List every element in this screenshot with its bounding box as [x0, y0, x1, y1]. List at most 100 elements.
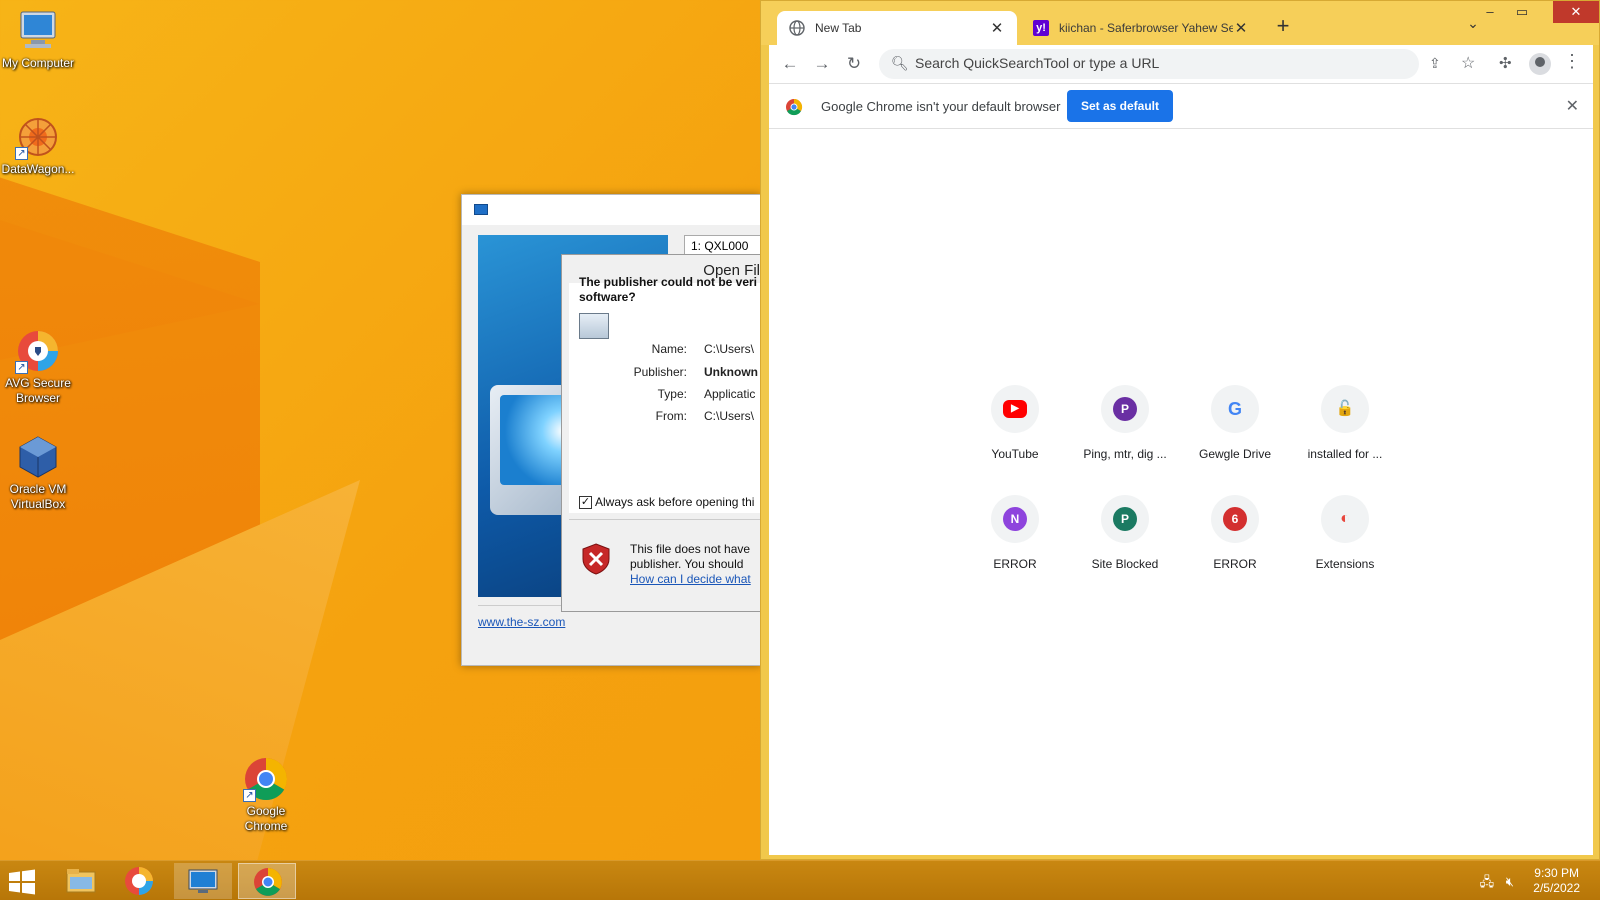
- shortcut-label: YouTube: [991, 447, 1039, 461]
- publisher-value: Unknown: [704, 365, 758, 379]
- checkbox-checked-icon[interactable]: ✓: [579, 495, 592, 509]
- shortcut-label: ERROR: [1213, 557, 1257, 571]
- extensions-puzzle-icon[interactable]: ✣: [1499, 54, 1512, 72]
- shortcut-label: Extensions: [1315, 557, 1375, 571]
- maximize-button[interactable]: ▭: [1507, 1, 1537, 23]
- chrome-window[interactable]: New Tab ✕ y! kiichan - Saferbrowser Yahe…: [760, 0, 1600, 860]
- share-icon[interactable]: ⇪: [1429, 55, 1441, 72]
- taskbar-clock[interactable]: 9:30 PM 2/5/2022: [1533, 866, 1580, 896]
- always-ask-checkbox[interactable]: ✓ Always ask before opening thi: [579, 495, 754, 509]
- shortcut-tile[interactable]: G Gewgle Drive: [1180, 385, 1290, 461]
- new-tab-button[interactable]: +: [1269, 15, 1297, 39]
- volume-muted-icon[interactable]: 🔇︎: [1506, 874, 1514, 889]
- back-arrow-icon[interactable]: ←: [779, 53, 801, 75]
- minimize-button[interactable]: –: [1475, 1, 1505, 23]
- tab-new-tab[interactable]: New Tab ✕: [777, 11, 1017, 45]
- close-tab-icon[interactable]: ✕: [989, 19, 1005, 37]
- close-tab-icon[interactable]: ✕: [1233, 19, 1249, 37]
- shortcut-icon-bg: ▶: [991, 385, 1039, 433]
- browser-toolbar: ← → ↻ 🔍︎ Search QuickSearchTool or type …: [769, 45, 1593, 83]
- tab-yahoo-search[interactable]: y! kiichan - Saferbrowser Yahew Sea ✕: [1021, 11, 1261, 45]
- number-6-icon: 6: [1223, 507, 1247, 531]
- network-icon[interactable]: 🖧: [1480, 874, 1495, 889]
- letter-p-icon: P: [1113, 397, 1137, 421]
- shortcut-arrow-icon: ↗: [15, 147, 28, 160]
- shortcut-tile[interactable]: P Ping, mtr, dig ...: [1070, 385, 1180, 461]
- help-link[interactable]: How can I decide what: [630, 572, 751, 587]
- menu-kebab-icon[interactable]: ⋮: [1563, 51, 1581, 72]
- shortcut-tile[interactable]: ▶ YouTube: [960, 385, 1070, 461]
- taskbar-monitor-app[interactable]: [174, 863, 232, 899]
- tab-title: kiichan - Saferbrowser Yahew Sea: [1059, 21, 1233, 35]
- close-infobar-icon[interactable]: ✕: [1566, 96, 1579, 116]
- start-windows-icon[interactable]: [8, 869, 36, 895]
- shortcut-label: ERROR: [993, 557, 1037, 571]
- new-tab-page: ▶ YouTube P Ping, mtr, dig ... G Gewgle …: [769, 129, 1593, 855]
- clock-time: 9:30 PM: [1534, 866, 1579, 880]
- from-label: From:: [655, 409, 687, 423]
- taskbar: 🖧 🔇︎ 9:30 PM 2/5/2022: [0, 860, 1600, 900]
- desktop-icon-google-chrome[interactable]: ↗ Google Chrome: [228, 756, 304, 834]
- website-link[interactable]: www.the-sz.com: [478, 615, 565, 629]
- chrome-logo-icon: [785, 98, 803, 116]
- shortcut-icon-bg: 🔓: [1321, 385, 1369, 433]
- desktop-icon-label: Google Chrome: [244, 804, 288, 833]
- search-icon: 🔍︎: [891, 55, 909, 71]
- address-bar[interactable]: 🔍︎ Search QuickSearchTool or type a URL: [879, 49, 1419, 79]
- unlock-icon: 🔓: [1335, 400, 1355, 417]
- heading-line: software?: [579, 290, 636, 304]
- heading-line: The publisher could not be veri: [579, 275, 758, 289]
- warning-line: publisher. You should: [630, 557, 744, 571]
- shortcut-icon-bg: G: [1211, 385, 1259, 433]
- shortcut-icon-bg: ◐: [1321, 495, 1369, 543]
- desktop-icon-datawagon[interactable]: ↗ DataWagon...: [0, 114, 76, 177]
- open-file-security-dialog[interactable]: Open Fil The publisher could not be veri…: [561, 254, 761, 612]
- bookmark-star-icon[interactable]: ☆: [1461, 53, 1475, 73]
- desktop-icon-virtualbox[interactable]: Oracle VM VirtualBox: [0, 434, 76, 512]
- shortcut-tile[interactable]: P Site Blocked: [1070, 495, 1180, 571]
- avg-browser-icon: ↗: [15, 328, 61, 374]
- close-window-button[interactable]: ✕: [1553, 1, 1599, 23]
- chrome-store-icon: ◐: [1340, 510, 1350, 527]
- shortcut-tile[interactable]: 🔓 installed for ...: [1290, 385, 1400, 461]
- shortcut-arrow-icon: ↗: [15, 361, 28, 374]
- window-titlebar[interactable]: [462, 195, 760, 225]
- forward-arrow-icon[interactable]: →: [811, 53, 833, 75]
- desktop-icon-avg-secure-browser[interactable]: ↗ AVG Secure Browser: [0, 328, 76, 406]
- shortcut-tile[interactable]: ◐ Extensions: [1290, 495, 1400, 571]
- google-g-icon: G: [1227, 399, 1242, 419]
- youtube-icon: ▶: [1003, 400, 1027, 418]
- clock-date: 2/5/2022: [1533, 881, 1580, 895]
- taskbar-chrome[interactable]: [238, 863, 296, 899]
- shortcut-tile[interactable]: 6 ERROR: [1180, 495, 1290, 571]
- computer-icon: [15, 8, 61, 54]
- shortcut-tile[interactable]: N ERROR: [960, 495, 1070, 571]
- tab-strip: New Tab ✕ y! kiichan - Saferbrowser Yahe…: [761, 1, 1599, 45]
- shortcut-arrow-icon: ↗: [243, 789, 256, 802]
- type-value: Applicatic: [704, 387, 756, 401]
- shortcut-icon-bg: P: [1101, 495, 1149, 543]
- tab-label: 1: QXL000: [691, 239, 749, 253]
- tab-title: New Tab: [815, 21, 862, 35]
- reload-icon[interactable]: ↻: [843, 53, 865, 75]
- dialog-heading: The publisher could not be veri software…: [579, 275, 760, 305]
- globe-icon: [789, 20, 805, 36]
- divider: [569, 519, 760, 520]
- desktop-icon-my-computer[interactable]: My Computer: [0, 8, 76, 71]
- shortcut-label: Ping, mtr, dig ...: [1083, 447, 1167, 461]
- letter-p-icon: P: [1113, 507, 1137, 531]
- desktop-icon-label: Oracle VM VirtualBox: [9, 482, 67, 511]
- address-bar-placeholder: Search QuickSearchTool or type a URL: [915, 55, 1160, 71]
- app-icon: [474, 204, 488, 215]
- profile-avatar-icon[interactable]: [1529, 53, 1551, 75]
- taskbar-file-explorer[interactable]: [52, 863, 110, 899]
- type-label: Type:: [657, 387, 687, 401]
- shortcut-icon-bg: 6: [1211, 495, 1259, 543]
- taskbar-avg-browser[interactable]: [110, 863, 168, 899]
- shortcut-icon-bg: N: [991, 495, 1039, 543]
- virtualbox-icon: [15, 434, 61, 480]
- shortcut-label: installed for ...: [1307, 447, 1383, 461]
- set-as-default-button[interactable]: Set as default: [1067, 90, 1173, 122]
- warning-text: This file does not have publisher. You s…: [630, 542, 751, 587]
- shortcut-icon-bg: P: [1101, 385, 1149, 433]
